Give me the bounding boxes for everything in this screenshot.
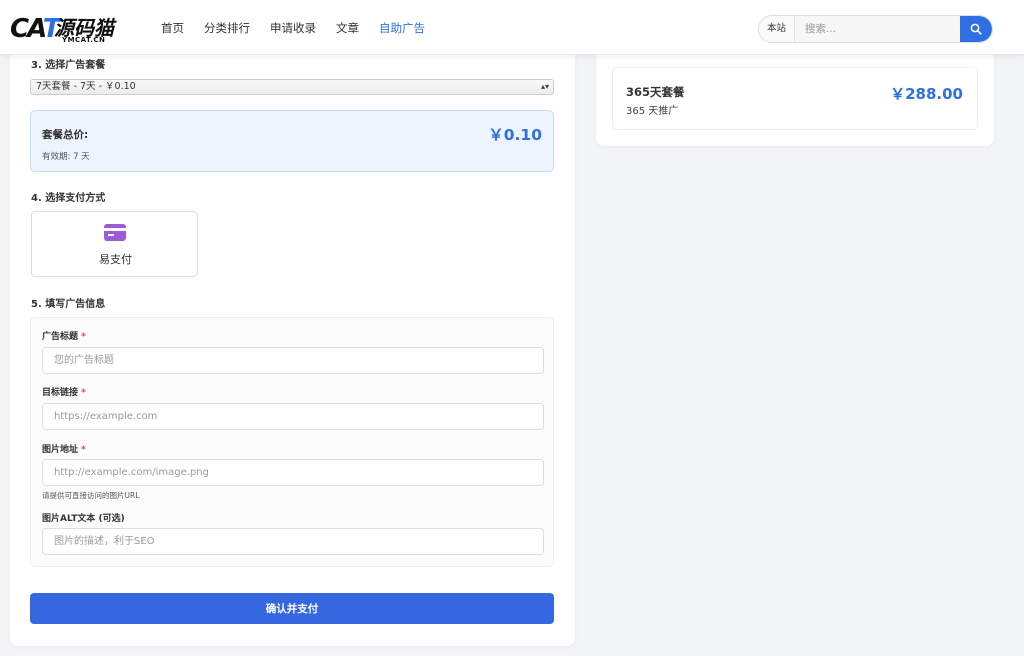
- total-price-box: 套餐总价: ￥0.10 有效期: 7 天: [30, 110, 554, 172]
- credit-card-icon: [104, 224, 126, 241]
- search-icon: [970, 23, 982, 35]
- validity-text: 有效期: 7 天: [42, 152, 90, 162]
- image-url-input[interactable]: [42, 459, 544, 486]
- target-url-label: 目标链接 *: [42, 388, 86, 398]
- nav-apply-listing[interactable]: 申请收录: [270, 20, 316, 36]
- image-alt-label: 图片ALT文本 (可选): [42, 514, 125, 524]
- package-select[interactable]: 7天套餐 - 7天 - ￥0.10 ▴▾: [30, 79, 554, 95]
- ad-title-input[interactable]: [42, 347, 544, 374]
- nav-articles[interactable]: 文章: [336, 20, 359, 36]
- package-section-title: 3. 选择广告套餐: [31, 60, 106, 71]
- nav-category-ranking[interactable]: 分类排行: [204, 20, 250, 36]
- image-url-label: 图片地址 *: [42, 445, 86, 455]
- package-price: ￥288.00: [890, 85, 963, 103]
- package-duration: 365 天推广: [626, 106, 679, 117]
- search-button[interactable]: [960, 16, 992, 42]
- top-header: CAT 源码猫 YMCAT.CN 首页 分类排行 申请收录 文章 自助广告 本站: [0, 0, 1024, 55]
- logo-subtext: YMCAT.CN: [62, 36, 106, 44]
- search-input[interactable]: [797, 16, 960, 42]
- total-price-value: ￥0.10: [488, 126, 542, 144]
- package-select-value: 7天套餐 - 7天 - ￥0.10: [36, 81, 136, 92]
- image-alt-input[interactable]: [42, 528, 544, 555]
- search-scope-select[interactable]: 本站: [759, 16, 795, 42]
- search-bar: 本站: [758, 15, 993, 43]
- payment-option-label: 易支付: [99, 253, 132, 266]
- package-name: 365天套餐: [626, 85, 685, 99]
- target-url-input[interactable]: [42, 403, 544, 430]
- ad-info-form: 广告标题 * 目标链接 * 图片地址 * 请提供可直接访问的图片URL 图片AL…: [30, 317, 554, 567]
- nav-home[interactable]: 首页: [161, 20, 184, 36]
- package-card-365[interactable]: 365天套餐 365 天推广 ￥288.00: [612, 67, 978, 130]
- nav-self-service-ads[interactable]: 自助广告: [379, 20, 425, 36]
- payment-option-epay[interactable]: 易支付: [31, 211, 198, 277]
- package-list-panel: 365天套餐 365 天推广 ￥288.00: [596, 40, 994, 146]
- site-logo[interactable]: CAT 源码猫 YMCAT.CN: [10, 10, 120, 44]
- select-arrows-icon: ▴▾: [540, 82, 549, 91]
- ad-info-section-title: 5. 填写广告信息: [31, 299, 106, 310]
- payment-section-title: 4. 选择支付方式: [31, 193, 106, 204]
- main-nav: 首页 分类排行 申请收录 文章 自助广告: [151, 0, 435, 55]
- image-url-hint: 请提供可直接访问的图片URL: [42, 491, 140, 500]
- confirm-pay-button[interactable]: 确认并支付: [30, 593, 554, 624]
- ad-order-panel: 3. 选择广告套餐 7天套餐 - 7天 - ￥0.10 ▴▾ 套餐总价: ￥0.…: [10, 40, 575, 646]
- logo-mark: CAT: [10, 14, 60, 44]
- total-price-label: 套餐总价:: [42, 129, 89, 141]
- ad-title-label: 广告标题 *: [42, 332, 86, 342]
